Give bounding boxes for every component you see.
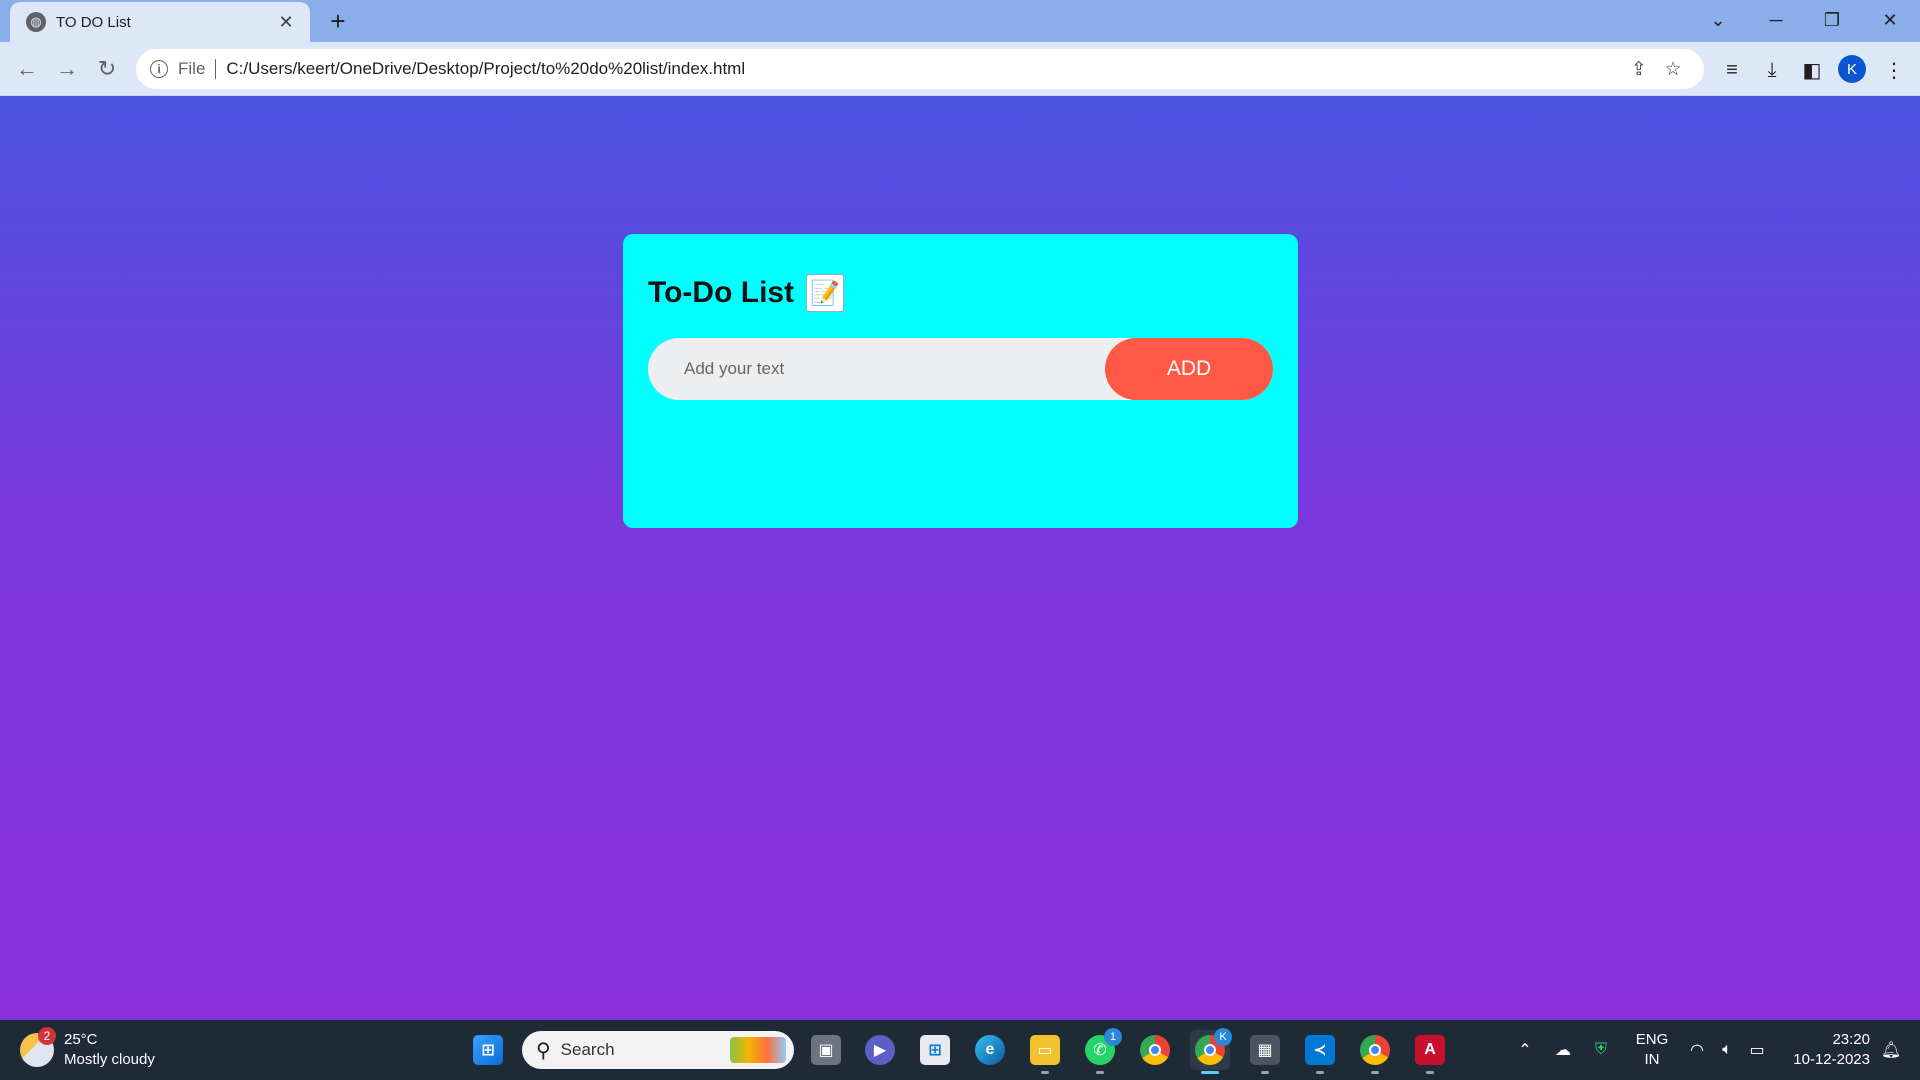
reload-button[interactable]: ↻: [90, 52, 124, 86]
url-divider: [215, 59, 217, 79]
folder-icon: ▭: [1030, 1035, 1060, 1065]
chrome-profile-badge: K: [1214, 1028, 1232, 1046]
globe-icon: ◍: [26, 12, 46, 32]
new-tab-button[interactable]: +: [322, 6, 354, 38]
vscode-icon: ≺: [1305, 1035, 1335, 1065]
chrome-button[interactable]: [1135, 1030, 1175, 1070]
forward-button[interactable]: →: [50, 52, 84, 86]
browser-toolbar: ← → ↻ i File C:/Users/keert/OneDrive/Des…: [0, 42, 1920, 96]
file-explorer-button[interactable]: ▭: [1025, 1030, 1065, 1074]
whatsapp-badge: 1: [1104, 1028, 1122, 1046]
task-input[interactable]: [648, 359, 1105, 379]
close-tab-icon[interactable]: ✕: [274, 12, 298, 33]
search-highlight-icon: [730, 1037, 786, 1063]
vscode-button[interactable]: ≺: [1300, 1030, 1340, 1074]
weather-temp: 25°C: [64, 1031, 98, 1048]
add-button[interactable]: ADD: [1105, 338, 1273, 400]
weather-condition: Mostly cloudy: [64, 1051, 155, 1068]
more-menu-icon[interactable]: ⋮: [1878, 54, 1910, 86]
restore-button[interactable]: ❐: [1804, 0, 1860, 40]
site-info-icon[interactable]: i: [150, 60, 168, 78]
taskbar: 2 25°C Mostly cloudy ⊞ ⚲ Search ▣ ▶ ⊞ e …: [0, 1020, 1920, 1080]
battery-icon[interactable]: ▭: [1742, 1020, 1772, 1080]
start-button[interactable]: ⊞: [468, 1030, 508, 1070]
download-icon[interactable]: ⤓: [1756, 54, 1788, 86]
chrome-icon: [1360, 1035, 1390, 1065]
windows-logo-icon: ⊞: [473, 1035, 503, 1065]
calculator-icon: ▦: [1250, 1035, 1280, 1065]
chrome-alt-button[interactable]: [1355, 1030, 1395, 1074]
share-icon[interactable]: ⇪: [1622, 58, 1656, 81]
url-text[interactable]: C:/Users/keert/OneDrive/Desktop/Project/…: [226, 59, 1622, 79]
chrome-icon: [1140, 1035, 1170, 1065]
browser-tab[interactable]: ◍ TO DO List ✕: [10, 2, 310, 42]
task-view-icon: ▣: [811, 1035, 841, 1065]
profile-avatar[interactable]: K: [1838, 55, 1866, 83]
language-region: IN: [1644, 1051, 1660, 1068]
tab-title: TO DO List: [56, 13, 131, 31]
onedrive-cloud-icon[interactable]: ☁: [1548, 1020, 1578, 1080]
search-icon: ⚲: [536, 1039, 551, 1062]
language-code: ENG: [1635, 1031, 1669, 1048]
clock[interactable]: 23:20 10-12-2023: [1780, 1030, 1870, 1070]
security-shield-icon[interactable]: ⛨: [1586, 1020, 1616, 1080]
whatsapp-button[interactable]: ✆ 1: [1080, 1028, 1122, 1074]
bookmark-star-icon[interactable]: ☆: [1656, 58, 1690, 81]
weather-cloud-icon: 2: [20, 1027, 56, 1067]
weather-widget[interactable]: 2 25°C Mostly cloudy: [20, 1027, 155, 1070]
close-window-button[interactable]: ✕: [1862, 0, 1918, 40]
calculator-button[interactable]: ▦: [1245, 1030, 1285, 1074]
chrome-profile-button[interactable]: K: [1190, 1028, 1232, 1074]
todo-heading: To-Do List 📝: [648, 274, 1273, 312]
tab-search-chevron-icon[interactable]: ⌄: [1690, 0, 1746, 40]
chat-icon: ▶: [865, 1035, 895, 1065]
media-control-icon[interactable]: ≡: [1716, 54, 1748, 86]
todo-card: To-Do List 📝 ADD: [623, 234, 1298, 528]
page-background: To-Do List 📝 ADD: [0, 96, 1920, 1020]
weather-badge: 2: [38, 1027, 56, 1045]
edge-button[interactable]: e: [970, 1030, 1010, 1070]
microsoft-store-button[interactable]: ⊞: [915, 1030, 955, 1070]
back-button[interactable]: ←: [10, 52, 44, 86]
edge-icon: e: [975, 1035, 1005, 1065]
minimize-button[interactable]: ─: [1748, 0, 1804, 40]
taskbar-search[interactable]: ⚲ Search: [522, 1031, 794, 1069]
address-bar[interactable]: i File C:/Users/keert/OneDrive/Desktop/P…: [136, 49, 1704, 89]
page-title: To-Do List: [648, 276, 795, 309]
acrobat-button[interactable]: A: [1410, 1030, 1450, 1074]
search-label: Search: [560, 1040, 615, 1059]
show-hidden-icons-chevron-icon[interactable]: ⌃: [1510, 1020, 1540, 1080]
language-indicator[interactable]: ENG IN: [1630, 1030, 1674, 1070]
store-icon: ⊞: [920, 1035, 950, 1065]
task-view-button[interactable]: ▣: [806, 1030, 846, 1070]
teams-chat-button[interactable]: ▶: [860, 1030, 900, 1070]
wifi-icon[interactable]: ◠: [1682, 1020, 1712, 1080]
clock-date: 10-12-2023: [1793, 1051, 1870, 1068]
pdf-icon: A: [1415, 1035, 1445, 1065]
add-task-row: ADD: [648, 338, 1273, 400]
notepad-icon: 📝: [806, 274, 845, 312]
clock-time: 23:20: [1832, 1031, 1870, 1048]
volume-icon[interactable]: 🔈︎: [1712, 1020, 1742, 1080]
side-panel-icon[interactable]: ◧: [1796, 54, 1828, 86]
url-scheme: File: [178, 59, 206, 78]
notification-bell-icon[interactable]: 🔔︎: [1876, 1020, 1906, 1080]
browser-tab-strip: ◍ TO DO List ✕ + ⌄ ─ ❐ ✕: [0, 0, 1920, 42]
